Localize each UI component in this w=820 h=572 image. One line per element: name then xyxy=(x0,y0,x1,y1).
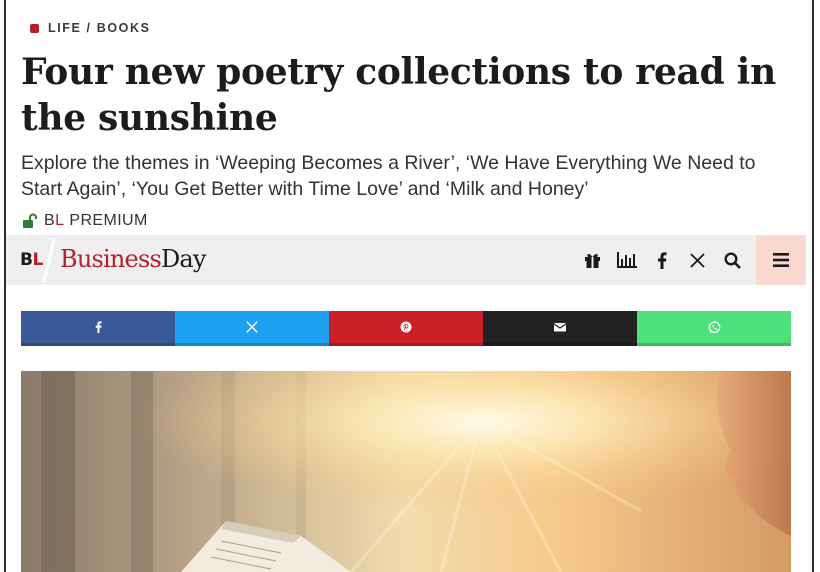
article-subheadline: Explore the themes in ‘Weeping Becomes a… xyxy=(21,152,756,200)
whatsapp-icon xyxy=(708,320,720,333)
menu-icon xyxy=(773,253,789,267)
x-icon xyxy=(246,321,258,333)
chart-icon[interactable] xyxy=(615,248,639,272)
menu-button[interactable] xyxy=(756,235,806,285)
share-email-button[interactable] xyxy=(483,311,637,346)
premium-label: PREMIUM xyxy=(69,212,148,229)
premium-logo-l: L xyxy=(55,212,65,229)
x-icon[interactable] xyxy=(685,248,709,272)
brand-business: Business xyxy=(60,245,162,273)
breadcrumb[interactable]: LIFE / BOOKS xyxy=(30,21,151,35)
bl-logo-b: B xyxy=(20,250,33,270)
premium-badge: BL PREMIUM xyxy=(22,212,148,230)
facebook-icon xyxy=(95,321,102,333)
email-icon xyxy=(554,323,566,332)
article-hero-illustration xyxy=(21,371,791,572)
gift-icon[interactable] xyxy=(580,248,604,272)
category-label[interactable]: LIFE / BOOKS xyxy=(48,21,151,35)
share-whatsapp-button[interactable] xyxy=(637,311,791,346)
nav-icon-group xyxy=(580,248,755,272)
article-headline: Four new poetry collections to read in t… xyxy=(21,51,776,139)
search-icon[interactable] xyxy=(720,248,744,272)
share-x-button[interactable] xyxy=(175,311,329,346)
brand-day: Day xyxy=(160,245,207,273)
pinterest-icon xyxy=(400,321,412,333)
premium-logo-b: B xyxy=(44,212,56,229)
logo-divider xyxy=(42,238,56,282)
share-bar xyxy=(21,311,791,346)
share-pinterest-button[interactable] xyxy=(329,311,483,346)
site-navbar: BL BusinessDay xyxy=(6,235,806,285)
share-facebook-button[interactable] xyxy=(21,311,175,346)
businessday-logo[interactable]: BusinessDay xyxy=(60,245,206,273)
unlock-icon xyxy=(23,213,37,228)
category-dot-icon xyxy=(30,23,39,33)
bl-logo[interactable]: BL xyxy=(20,250,43,270)
hero-image xyxy=(21,371,791,572)
facebook-icon[interactable] xyxy=(650,248,674,272)
